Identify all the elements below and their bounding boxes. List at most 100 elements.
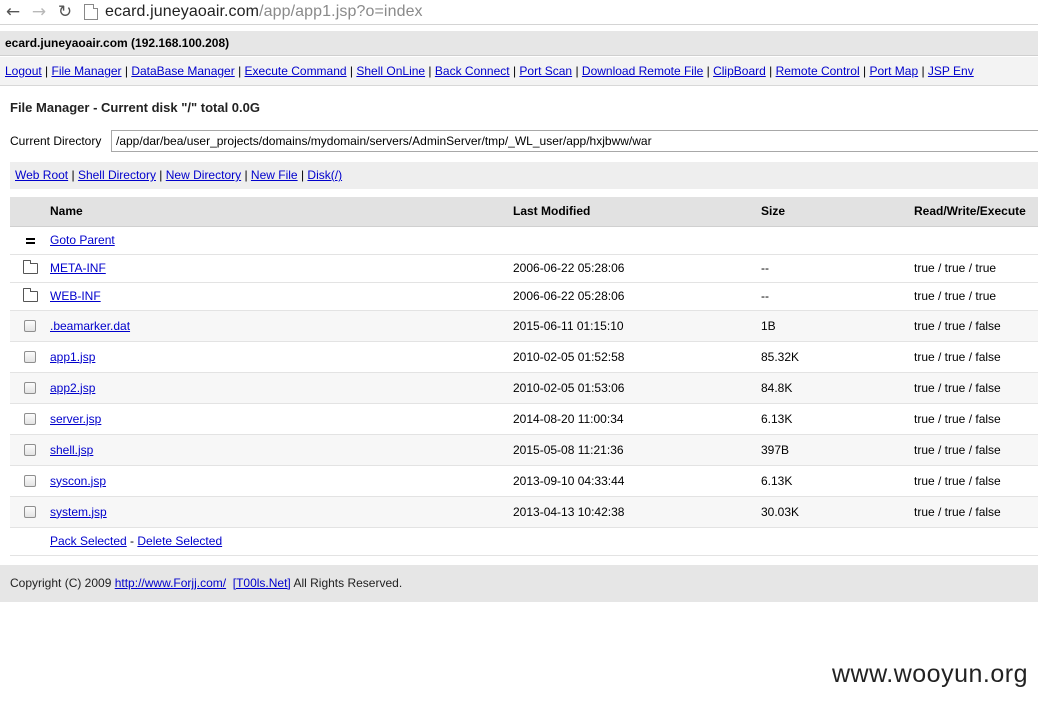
menu-separator: | <box>703 64 714 78</box>
header-icon-cell <box>10 197 50 227</box>
folder-icon <box>22 260 38 275</box>
permissions-cell: true / true / false <box>914 372 1038 404</box>
current-directory-row: Current Directory <box>10 130 1038 152</box>
file-name-link[interactable]: WEB-INF <box>50 289 101 303</box>
last-modified-cell: 2015-05-08 11:21:36 <box>513 434 761 466</box>
file-select-checkbox[interactable] <box>24 413 36 426</box>
quick-link-new-file[interactable]: New File <box>251 168 298 182</box>
column-header-permissions: Read/Write/Execute <box>914 197 1038 227</box>
table-row: server.jsp 2014-08-20 11:00:34 6.13K true /… <box>10 403 1038 435</box>
menu-item-remote-control[interactable]: Remote Control <box>776 64 860 78</box>
permissions-cell: true / true / true <box>914 282 1038 311</box>
pack-selected-link[interactable]: Pack Selected <box>50 534 127 548</box>
menu-separator: | <box>346 64 357 78</box>
goto-parent-link[interactable]: Goto Parent <box>50 233 115 247</box>
size-cell: -- <box>761 282 914 311</box>
column-header-name: Name <box>50 197 513 227</box>
current-directory-input[interactable] <box>111 130 1038 152</box>
menu-item-clipboard[interactable]: ClipBoard <box>713 64 766 78</box>
file-name-link[interactable]: syscon.jsp <box>50 474 106 488</box>
last-modified-cell: 2010-02-05 01:52:58 <box>513 341 761 373</box>
file-select-checkbox[interactable] <box>24 475 36 488</box>
permissions-cell: true / true / false <box>914 434 1038 466</box>
delete-selected-link[interactable]: Delete Selected <box>137 534 222 548</box>
last-modified-cell: 2015-06-11 01:15:10 <box>513 310 761 342</box>
column-header-last-modified: Last Modified <box>513 197 761 227</box>
rights-text: All Rights Reserved. <box>290 576 403 590</box>
size-cell: 85.32K <box>761 341 914 373</box>
permissions-cell: true / true / true <box>914 254 1038 283</box>
file-table: Name Last Modified Size Read/Write/Execu… <box>10 197 1038 556</box>
host-header: ecard.juneyaoair.com (192.168.100.208) <box>0 31 1038 56</box>
permissions-cell: true / true / false <box>914 403 1038 435</box>
menu-separator: | <box>234 64 245 78</box>
size-cell: 30.03K <box>761 496 914 528</box>
url-host: ecard.juneyaoair.com <box>105 3 260 20</box>
bulk-separator: - <box>126 534 138 548</box>
menu-item-file-manager[interactable]: File Manager <box>52 64 122 78</box>
file-name-link[interactable]: META-INF <box>50 261 106 275</box>
last-modified-cell: 2006-06-22 05:28:06 <box>513 254 761 283</box>
menu-separator: | <box>859 64 870 78</box>
file-name-link[interactable]: shell.jsp <box>50 443 93 457</box>
file-name-link[interactable]: app1.jsp <box>50 350 95 364</box>
size-cell: 6.13K <box>761 403 914 435</box>
menu-item-port-scan[interactable]: Port Scan <box>519 64 572 78</box>
menu-item-logout[interactable]: Logout <box>5 64 42 78</box>
menu-item-execute-command[interactable]: Execute Command <box>245 64 347 78</box>
reload-icon[interactable]: ↻ <box>52 0 78 25</box>
quick-link-disk[interactable]: Disk(/) <box>307 168 342 182</box>
table-row: app2.jsp 2010-02-05 01:53:06 84.8K true / t… <box>10 372 1038 404</box>
menu-item-port-map[interactable]: Port Map <box>869 64 918 78</box>
footer: Copyright (C) 2009 http://www.Forjj.com/… <box>0 565 1038 602</box>
bulk-actions-row: Pack Selected - Delete Selected <box>10 527 1038 556</box>
last-modified-cell: 2014-08-20 11:00:34 <box>513 403 761 435</box>
menu-item-back-connect[interactable]: Back Connect <box>435 64 510 78</box>
quick-link-separator: | <box>297 168 308 182</box>
table-row: app1.jsp 2010-02-05 01:52:58 85.32K true / … <box>10 341 1038 373</box>
address-bar[interactable]: ecard.juneyaoair.com/app/app1.jsp?o=inde… <box>105 3 423 21</box>
menu-separator: | <box>509 64 520 78</box>
quick-links: Web Root | Shell Directory | New Directo… <box>10 162 1038 189</box>
back-arrow-icon[interactable]: ← <box>0 0 26 25</box>
file-name-link[interactable]: system.jsp <box>50 505 107 519</box>
quick-link-new-directory[interactable]: New Directory <box>166 168 241 182</box>
forjj-link[interactable]: http://www.Forjj.com/ <box>115 576 226 590</box>
quick-link-separator: | <box>241 168 251 182</box>
menu-separator: | <box>918 64 928 78</box>
menu-item-download-remote-file[interactable]: Download Remote File <box>582 64 703 78</box>
last-modified-cell: 2010-02-05 01:53:06 <box>513 372 761 404</box>
file-name-link[interactable]: server.jsp <box>50 412 101 426</box>
forward-arrow-icon[interactable]: → <box>26 0 52 25</box>
quick-link-shell-directory[interactable]: Shell Directory <box>78 168 156 182</box>
table-row: META-INF 2006-06-22 05:28:06 -- true / true… <box>10 254 1038 283</box>
t00ls-link[interactable]: [T00ls.Net] <box>233 576 291 590</box>
table-header-row: Name Last Modified Size Read/Write/Execu… <box>10 197 1038 227</box>
table-row: system.jsp 2013-04-13 10:42:38 30.03K true … <box>10 496 1038 528</box>
file-name-link[interactable]: app2.jsp <box>50 381 95 395</box>
file-select-checkbox[interactable] <box>24 506 36 519</box>
file-select-checkbox[interactable] <box>24 444 36 457</box>
menu-item-database-manager[interactable]: DataBase Manager <box>131 64 234 78</box>
file-select-checkbox[interactable] <box>24 320 36 333</box>
last-modified-cell: 2013-09-10 04:33:44 <box>513 465 761 497</box>
file-select-checkbox[interactable] <box>24 351 36 364</box>
menu-separator: | <box>572 64 582 78</box>
size-cell: 1B <box>761 310 914 342</box>
menu-item-shell-online[interactable]: Shell OnLine <box>356 64 425 78</box>
file-name-link[interactable]: .beamarker.dat <box>50 319 130 333</box>
last-modified-cell: 2013-04-13 10:42:38 <box>513 496 761 528</box>
permissions-cell: true / true / false <box>914 465 1038 497</box>
menu-separator: | <box>765 64 776 78</box>
menu-item-jsp-env[interactable]: JSP Env <box>928 64 974 78</box>
column-header-size: Size <box>761 197 914 227</box>
url-path: /app/app1.jsp?o=index <box>259 3 423 20</box>
file-select-checkbox[interactable] <box>24 382 36 395</box>
quick-link-web-root[interactable]: Web Root <box>15 168 68 182</box>
main-menu: Logout | File Manager | DataBase Manager… <box>0 57 1038 86</box>
last-modified-cell: 2006-06-22 05:28:06 <box>513 282 761 311</box>
menu-separator: | <box>121 64 132 78</box>
quick-link-separator: | <box>68 168 78 182</box>
folder-icon <box>22 288 38 303</box>
watermark: www.wooyun.org <box>832 660 1028 688</box>
